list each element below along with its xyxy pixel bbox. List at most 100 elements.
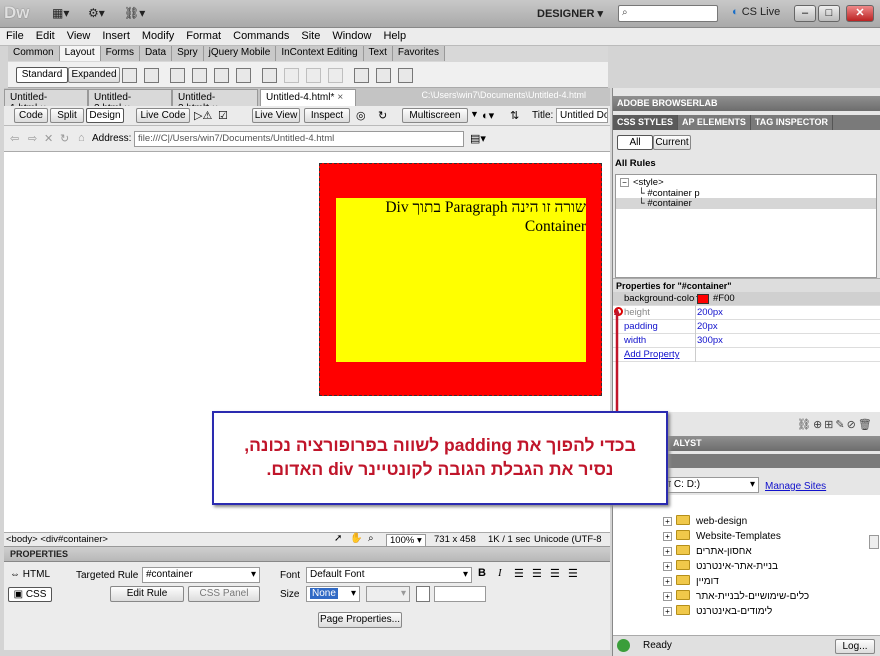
preview-browser-icon[interactable]: ◐▾ bbox=[482, 109, 494, 122]
frames-icon[interactable] bbox=[376, 68, 391, 83]
table-icon[interactable] bbox=[262, 68, 277, 83]
code-view-button[interactable]: Code bbox=[14, 108, 48, 123]
tab-layout[interactable]: Layout bbox=[59, 46, 101, 61]
rule-style[interactable]: − <style> bbox=[620, 177, 664, 188]
ap-div-icon[interactable] bbox=[144, 68, 159, 83]
container-content-area[interactable]: שורה זו הינה Paragraph בתוך Div Containe… bbox=[336, 198, 586, 362]
rule-container[interactable]: └ #container bbox=[616, 198, 876, 209]
iframe-icon[interactable] bbox=[354, 68, 369, 83]
select-tool-icon[interactable]: ➚ bbox=[334, 533, 342, 544]
cs-live-button[interactable]: ◐ CS Live bbox=[732, 6, 780, 18]
tab-ap-elements[interactable]: AP ELEMENTS bbox=[678, 115, 751, 130]
prop-row-height[interactable]: height 200px bbox=[613, 306, 880, 320]
justify-icon[interactable]: ☰ bbox=[568, 567, 578, 580]
close-icon[interactable]: × bbox=[337, 92, 343, 103]
file-item[interactable]: + לימודים-באינטרנט bbox=[663, 605, 772, 617]
menu-site[interactable]: Site bbox=[295, 28, 326, 42]
file-item[interactable]: + כלים-שימושיים-לבניית-אתר bbox=[663, 590, 809, 602]
doc-tab-4[interactable]: Untitled-4.html* × bbox=[260, 89, 356, 106]
layout-icon[interactable]: ▦▾ bbox=[52, 6, 69, 22]
menu-file[interactable]: File bbox=[0, 28, 30, 42]
chevron-down-icon[interactable]: ▼ bbox=[470, 109, 479, 119]
italic-button[interactable]: I bbox=[498, 567, 502, 579]
file-item[interactable]: + דומיין bbox=[663, 575, 719, 587]
debug-icon[interactable]: ◎ bbox=[356, 109, 366, 122]
paragraph-text[interactable]: שורה זו הינה Paragraph בתוך Div Containe… bbox=[336, 198, 586, 236]
refresh-icon[interactable]: ↻ bbox=[378, 109, 387, 122]
file-item[interactable]: + בניית-אתר-אינטרנט bbox=[663, 560, 778, 572]
minimize-button[interactable]: – bbox=[794, 5, 816, 22]
color-input[interactable] bbox=[434, 586, 486, 602]
edit-rule-button[interactable]: Edit Rule bbox=[110, 586, 184, 602]
menu-help[interactable]: Help bbox=[377, 28, 412, 42]
menu-format[interactable]: Format bbox=[180, 28, 227, 42]
file-item[interactable]: + אחסון-אתרים bbox=[663, 545, 752, 557]
css-mode-button[interactable]: ▣ CSS bbox=[8, 587, 52, 602]
inspect-button[interactable]: Inspect bbox=[304, 108, 350, 123]
color-swatch[interactable] bbox=[697, 294, 709, 304]
stop-icon[interactable]: ✕ bbox=[44, 132, 53, 145]
validate-icon[interactable]: ☑ bbox=[218, 109, 228, 122]
add-property-row[interactable]: Add Property bbox=[613, 348, 880, 362]
multiscreen-button[interactable]: Multiscreen bbox=[402, 108, 468, 123]
expanded-mode-button[interactable]: Expanded bbox=[68, 67, 120, 83]
bold-button[interactable]: B bbox=[478, 567, 486, 579]
file-management-icon[interactable]: ⇅ bbox=[510, 109, 519, 122]
expand-icon[interactable]: + bbox=[663, 517, 672, 526]
manage-sites-link[interactable]: Manage Sites bbox=[765, 481, 826, 492]
file-item[interactable]: + web-design bbox=[663, 515, 747, 527]
view-options-icon[interactable]: ▤▾ bbox=[470, 132, 486, 145]
expand-icon[interactable]: + bbox=[663, 547, 672, 556]
file-item[interactable]: + Website-Templates bbox=[663, 530, 781, 542]
doc-tab-1[interactable]: Untitled-1.html× bbox=[4, 89, 88, 114]
expand-icon[interactable]: + bbox=[663, 577, 672, 586]
container-div[interactable]: שורה זו הינה Paragraph בתוך Div Containe… bbox=[319, 163, 602, 396]
css-panel-button[interactable]: CSS Panel bbox=[188, 586, 260, 602]
tab-spry[interactable]: Spry bbox=[172, 46, 204, 61]
spry-menu-icon[interactable] bbox=[192, 68, 207, 83]
live-code-button[interactable]: Live Code bbox=[136, 108, 190, 123]
align-center-icon[interactable]: ☰ bbox=[532, 567, 542, 580]
menu-modify[interactable]: Modify bbox=[136, 28, 180, 42]
tab-common[interactable]: Common bbox=[8, 46, 60, 61]
title-input[interactable]: Untitled Docu bbox=[556, 108, 608, 123]
div-icon[interactable] bbox=[122, 68, 137, 83]
doc-tab-2[interactable]: Untitled-2.html× bbox=[88, 89, 172, 114]
frames-dropdown-icon[interactable] bbox=[398, 68, 413, 83]
menu-window[interactable]: Window bbox=[326, 28, 377, 42]
log-button[interactable]: Log... bbox=[835, 639, 875, 654]
gear-icon[interactable]: ⚙▾ bbox=[88, 6, 105, 22]
window-size[interactable]: 731 x 458 bbox=[434, 534, 476, 545]
help-search-input[interactable]: ⌕ bbox=[618, 5, 718, 22]
current-mode-button[interactable]: Current bbox=[653, 135, 691, 150]
tab-favorites[interactable]: Favorites bbox=[392, 46, 445, 61]
size-select[interactable]: None ▾ bbox=[306, 586, 360, 602]
fluid-grid-icon[interactable] bbox=[170, 68, 185, 83]
tab-incontext-editing[interactable]: InContext Editing bbox=[276, 46, 364, 61]
html-mode-button[interactable]: ⇔ HTML bbox=[10, 569, 50, 580]
expand-icon[interactable]: + bbox=[663, 592, 672, 601]
collapse-icon[interactable]: − bbox=[620, 178, 629, 187]
menu-view[interactable]: View bbox=[61, 28, 97, 42]
font-select[interactable]: Default Font ▾ bbox=[306, 567, 472, 583]
add-property-link[interactable]: Add Property bbox=[624, 349, 679, 360]
live-view-button[interactable]: Live View bbox=[252, 108, 300, 123]
align-left-icon[interactable]: ☰ bbox=[514, 567, 524, 580]
home-icon[interactable]: ⌂ bbox=[78, 132, 85, 144]
spry-accordion-icon[interactable] bbox=[236, 68, 251, 83]
forward-icon[interactable]: ⇨ bbox=[28, 132, 37, 145]
maximize-button[interactable]: □ bbox=[818, 5, 840, 22]
page-properties-button[interactable]: Page Properties... bbox=[318, 612, 402, 628]
spry-tabbed-icon[interactable] bbox=[214, 68, 229, 83]
menu-insert[interactable]: Insert bbox=[96, 28, 136, 42]
back-icon[interactable]: ⇦ bbox=[10, 132, 19, 145]
prop-row-padding[interactable]: padding 20px bbox=[613, 320, 880, 334]
expand-icon[interactable]: + bbox=[663, 607, 672, 616]
workspace-switcher[interactable]: DESIGNER ▾ bbox=[537, 7, 603, 20]
tab-text[interactable]: Text bbox=[363, 46, 393, 61]
browserlab-panel-header[interactable]: ADOBE BROWSERLAB bbox=[613, 96, 880, 111]
tab-css-styles[interactable]: CSS STYLES bbox=[613, 115, 679, 130]
prop-row-width[interactable]: width 300px bbox=[613, 334, 880, 348]
site-select[interactable]: די C: D:) ▾ bbox=[659, 477, 759, 493]
tab-data[interactable]: Data bbox=[139, 46, 173, 61]
